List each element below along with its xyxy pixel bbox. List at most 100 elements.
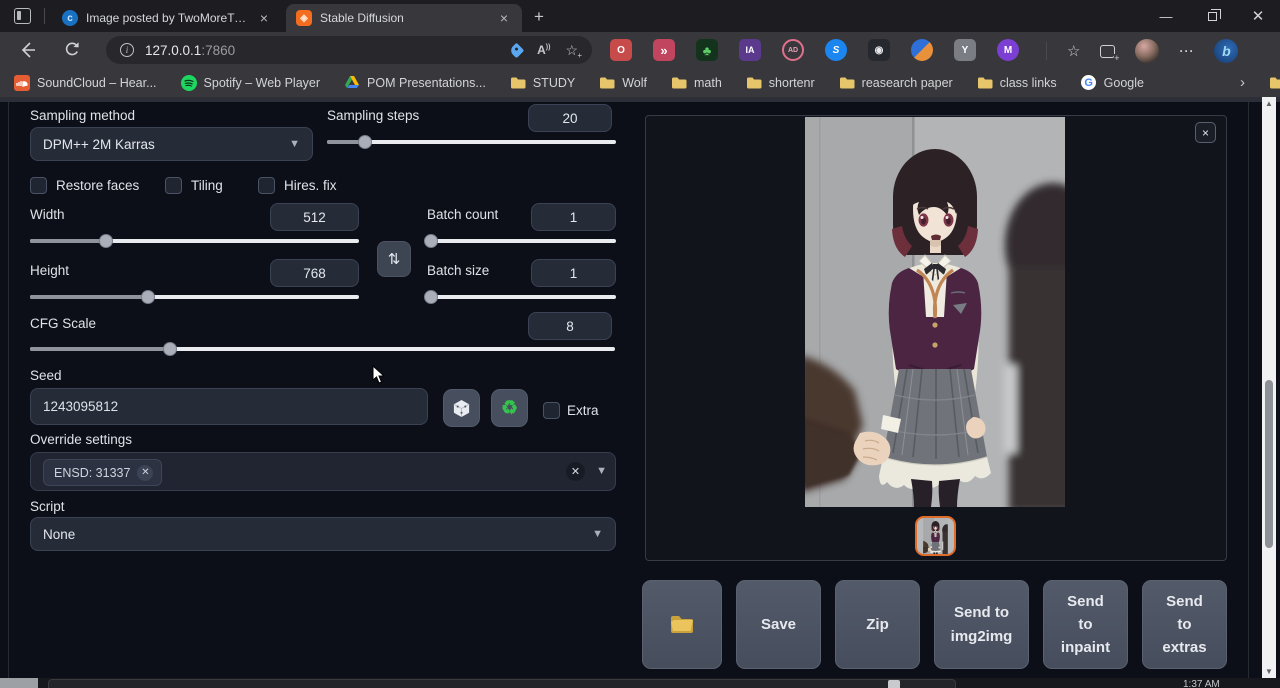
- extension-icon[interactable]: S: [825, 39, 847, 61]
- swap-width-height-button[interactable]: ⇅: [377, 241, 411, 277]
- extension-icon[interactable]: Y: [954, 39, 976, 61]
- bookmark-soundcloud[interactable]: SoundCloud – Hear...: [14, 75, 157, 91]
- extension-icon[interactable]: ♣: [696, 39, 718, 61]
- bookmark-study[interactable]: STUDY: [510, 75, 575, 91]
- chevron-down-icon: ▼: [289, 138, 300, 150]
- save-button[interactable]: Save: [736, 580, 821, 669]
- extension-icon[interactable]: IA: [739, 39, 761, 61]
- bookmark-shortenr[interactable]: shortenr: [746, 75, 815, 91]
- scroll-up-arrow[interactable]: ▲: [1262, 97, 1276, 110]
- chevron-down-icon[interactable]: ▼: [596, 465, 607, 477]
- bookmark-wolf[interactable]: Wolf: [599, 75, 647, 91]
- extension-icon[interactable]: M: [997, 39, 1019, 61]
- clear-all-icon[interactable]: ✕: [566, 462, 585, 481]
- extra-seed-checkbox[interactable]: [543, 402, 560, 419]
- tab-close-icon[interactable]: ×: [496, 10, 512, 26]
- tiling-checkbox[interactable]: [165, 177, 182, 194]
- zip-button[interactable]: Zip: [835, 580, 920, 669]
- hires-fix-checkbox[interactable]: [258, 177, 275, 194]
- window-minimize-button[interactable]: —: [1144, 0, 1188, 32]
- shopping-tag-icon[interactable]: [509, 42, 525, 58]
- width-input[interactable]: 512: [270, 203, 359, 231]
- scrollbar-thumb[interactable]: [1265, 380, 1273, 548]
- gallery-thumbnail-selected[interactable]: [915, 516, 956, 556]
- slider-thumb[interactable]: [424, 290, 438, 304]
- reuse-seed-button[interactable]: ♻: [491, 389, 528, 427]
- other-favorites[interactable]: Other favorites: [1269, 75, 1280, 91]
- bookmark-google[interactable]: G Google: [1081, 75, 1144, 91]
- script-dropdown[interactable]: None ▼: [30, 517, 616, 551]
- back-button[interactable]: [18, 40, 38, 60]
- bing-sidebar-icon[interactable]: b: [1214, 39, 1238, 63]
- tab-actions-menu-icon[interactable]: [14, 8, 31, 24]
- collections-icon[interactable]: [1100, 45, 1115, 58]
- close-image-button[interactable]: ×: [1195, 122, 1216, 143]
- window-restore-button[interactable]: [1190, 0, 1234, 32]
- browser-toolbar: i 127.0.0.1:7860 A)) ☆ O » ♣ IA AD S ◉ Y…: [0, 32, 1280, 68]
- read-aloud-icon[interactable]: A)): [537, 43, 550, 57]
- folder-icon: [671, 75, 687, 91]
- browser-titlebar: c Image posted by TwoMoreTimes × ◈ Stabl…: [0, 0, 1280, 32]
- extension-icon[interactable]: ◉: [868, 39, 890, 61]
- height-slider[interactable]: [30, 290, 359, 304]
- new-tab-button[interactable]: +: [534, 7, 544, 27]
- slider-thumb[interactable]: [163, 342, 177, 356]
- random-seed-button[interactable]: [443, 389, 480, 427]
- tab-stable-diffusion[interactable]: ◈ Stable Diffusion ×: [286, 4, 522, 32]
- bookmark-pom[interactable]: POM Presentations...: [344, 75, 486, 91]
- bookmarks-overflow-chevron[interactable]: ›: [1240, 74, 1245, 91]
- scroll-down-arrow[interactable]: ▼: [1262, 665, 1276, 678]
- profile-avatar[interactable]: [1135, 39, 1159, 63]
- divider: [44, 8, 45, 24]
- sampling-steps-input[interactable]: 20: [528, 104, 612, 132]
- tray-chevron-icon[interactable]: [888, 680, 900, 688]
- slider-thumb[interactable]: [99, 234, 113, 248]
- restore-icon: [1208, 12, 1217, 21]
- bookmark-class-links[interactable]: class links: [977, 75, 1057, 91]
- batch-size-input[interactable]: 1: [531, 259, 616, 287]
- favorites-icon[interactable]: ☆: [1067, 42, 1080, 60]
- cfg-scale-input[interactable]: 8: [528, 312, 612, 340]
- site-info-icon[interactable]: i: [120, 43, 134, 57]
- width-slider[interactable]: [30, 234, 359, 248]
- bookmark-research-paper[interactable]: reasearch paper: [839, 75, 953, 91]
- bookmark-spotify[interactable]: Spotify – Web Player: [181, 75, 321, 91]
- extension-icon[interactable]: [911, 39, 933, 61]
- override-token[interactable]: ENSD: 31337 ✕: [43, 459, 162, 486]
- override-settings-box[interactable]: ENSD: 31337 ✕ ✕ ▼: [30, 452, 616, 491]
- extension-icon[interactable]: O: [610, 39, 632, 61]
- send-to-img2img-button[interactable]: Send to img2img: [934, 580, 1029, 669]
- sampling-method-dropdown[interactable]: DPM++ 2M Karras ▼: [30, 127, 313, 161]
- folder-icon: [839, 75, 855, 91]
- batch-count-input[interactable]: 1: [531, 203, 616, 231]
- height-input[interactable]: 768: [270, 259, 359, 287]
- send-to-extras-button[interactable]: Send to extras: [1142, 580, 1227, 669]
- batch-size-slider[interactable]: [427, 290, 616, 304]
- vertical-scrollbar[interactable]: ▲ ▼: [1262, 97, 1276, 678]
- sampling-steps-slider[interactable]: [327, 135, 616, 149]
- seed-input[interactable]: 1243095812: [30, 388, 428, 425]
- window-close-button[interactable]: ✕: [1236, 0, 1280, 32]
- batch-count-slider[interactable]: [427, 234, 616, 248]
- restore-faces-checkbox[interactable]: [30, 177, 47, 194]
- hires-fix-label: Hires. fix: [284, 178, 337, 193]
- restore-faces-label: Restore faces: [56, 178, 139, 193]
- slider-thumb[interactable]: [141, 290, 155, 304]
- slider-thumb[interactable]: [424, 234, 438, 248]
- extension-icon[interactable]: AD: [782, 39, 804, 61]
- tab-image-posted[interactable]: c Image posted by TwoMoreTimes ×: [52, 4, 282, 32]
- add-favorite-icon[interactable]: ☆: [565, 42, 578, 59]
- extension-icon[interactable]: »: [653, 39, 675, 61]
- cfg-scale-slider[interactable]: [30, 342, 615, 356]
- open-folder-button[interactable]: [642, 580, 722, 669]
- settings-menu-icon[interactable]: ···: [1179, 44, 1194, 58]
- tab-close-icon[interactable]: ×: [256, 10, 272, 26]
- address-bar[interactable]: i 127.0.0.1:7860 A)) ☆: [106, 36, 592, 64]
- send-to-inpaint-button[interactable]: Send to inpaint: [1043, 580, 1128, 669]
- extensions-row: O » ♣ IA AD S ◉ Y M: [610, 39, 1019, 61]
- refresh-button[interactable]: [62, 40, 82, 60]
- generated-image[interactable]: [805, 117, 1065, 507]
- slider-thumb[interactable]: [358, 135, 372, 149]
- bookmark-math[interactable]: math: [671, 75, 722, 91]
- remove-token-icon[interactable]: ✕: [137, 465, 153, 481]
